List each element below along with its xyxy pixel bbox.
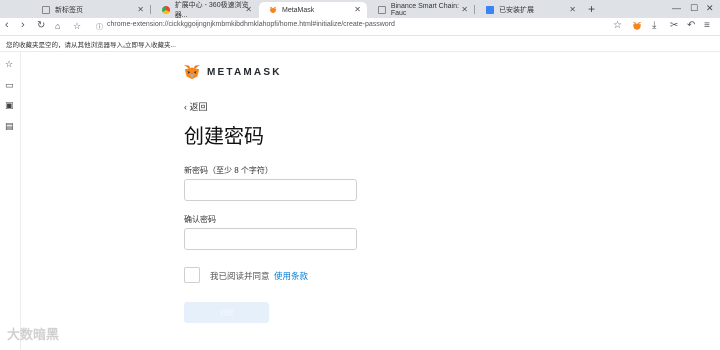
page-icon <box>378 6 386 14</box>
tab-extension-center[interactable]: 扩展中心 - 360极速浏览器... ✕ <box>152 2 258 19</box>
page-icon <box>42 6 50 14</box>
tab-label: 已安装扩展 <box>499 7 534 14</box>
create-button-label: 创建 <box>219 309 234 317</box>
import-bookmarks-link[interactable]: 立即导入收藏夹... <box>125 39 176 49</box>
confirm-password-field[interactable] <box>184 228 357 250</box>
tab-divider <box>150 5 151 14</box>
notes-icon[interactable]: ▤ <box>5 121 14 132</box>
scissors-icon[interactable]: ✂ <box>670 20 678 31</box>
new-password-label: 新密码（至少 8 个字符） <box>184 166 273 175</box>
page-title: 创建密码 <box>184 126 264 148</box>
metamask-logo: METAMASK <box>183 64 282 80</box>
close-window-icon[interactable]: ✕ <box>706 3 714 14</box>
chevron-left-icon: ‹ <box>184 102 187 112</box>
new-tab-button[interactable]: + <box>588 2 595 16</box>
forward-arrow-icon[interactable]: › <box>21 19 25 31</box>
tab-divider <box>474 5 475 14</box>
menu-icon[interactable]: ≡ <box>704 20 710 31</box>
terms-of-use-link[interactable]: 使用条款 <box>274 270 308 282</box>
history-icon[interactable]: ▣ <box>5 100 14 111</box>
metamask-fox-icon <box>269 6 277 14</box>
close-icon[interactable]: ✕ <box>245 5 252 14</box>
favorites-star-icon[interactable]: ☆ <box>5 59 13 70</box>
tab-label: MetaMask <box>282 6 315 14</box>
close-icon[interactable]: ✕ <box>569 5 576 14</box>
metamask-extension-icon[interactable] <box>632 21 642 34</box>
reload-icon[interactable]: ↻ <box>37 20 45 31</box>
undo-icon[interactable]: ↶ <box>687 20 695 31</box>
bookmark-bar: 您的收藏夹是空的，请从其他浏览器导入。 立即导入收藏夹... <box>0 36 720 52</box>
tab-new-tab[interactable]: 新标签页 ✕ <box>32 2 150 18</box>
close-icon[interactable]: ✕ <box>354 5 361 14</box>
site-info-icon[interactable]: ⓘ <box>96 22 103 32</box>
maximize-icon[interactable]: ☐ <box>690 3 698 14</box>
tab-label: 新标签页 <box>55 7 83 14</box>
back-arrow-icon[interactable]: ‹ <box>5 19 9 31</box>
agree-text: 我已阅读并同意 <box>210 271 270 281</box>
close-icon[interactable]: ✕ <box>137 5 144 14</box>
watermark: 大数暗黑 <box>7 327 60 342</box>
bookmarks-empty-message: 您的收藏夹是空的，请从其他浏览器导入。 <box>6 42 130 49</box>
metamask-fox-icon <box>184 64 200 80</box>
tab-installed-extensions[interactable]: 已安装扩展 ✕ <box>476 2 582 18</box>
tab-binance-faucet[interactable]: Binance Smart Chain: Fauc ✕ <box>368 2 474 18</box>
create-button[interactable]: 创建 <box>184 302 269 323</box>
home-icon[interactable]: ⌂ <box>55 21 60 31</box>
puzzle-icon <box>486 6 494 14</box>
close-icon[interactable]: ✕ <box>461 5 468 14</box>
book-icon[interactable]: ▭ <box>5 80 14 91</box>
browser-sidebar: ☆ ▭ ▣ ▤ <box>0 52 21 350</box>
download-icon[interactable]: ⤓ <box>652 20 656 31</box>
back-link[interactable]: ‹ 返回 <box>184 100 208 113</box>
bookmark-star-icon[interactable]: ☆ <box>73 21 81 32</box>
browser-toolbar: ‹ › ↻ ⌂ ☆ ⓘ chrome-extension://cickkggoi… <box>0 18 720 36</box>
address-bar[interactable]: chrome-extension://cickkggoijngnjkmbmkib… <box>107 21 395 28</box>
bookmark-star-icon[interactable]: ☆ <box>613 20 622 31</box>
tab-strip: 新标签页 ✕ 扩展中心 - 360极速浏览器... ✕ MetaMask ✕ B… <box>0 0 720 19</box>
terms-checkbox[interactable] <box>184 267 200 283</box>
confirm-password-label: 确认密码 <box>184 215 216 224</box>
tab-metamask[interactable]: MetaMask ✕ <box>259 2 367 18</box>
back-label: 返回 <box>189 102 208 112</box>
minimize-icon[interactable]: — <box>672 3 681 13</box>
logo-wordmark: METAMASK <box>207 66 282 78</box>
chrome-icon <box>162 6 170 14</box>
new-password-field[interactable] <box>184 179 357 201</box>
